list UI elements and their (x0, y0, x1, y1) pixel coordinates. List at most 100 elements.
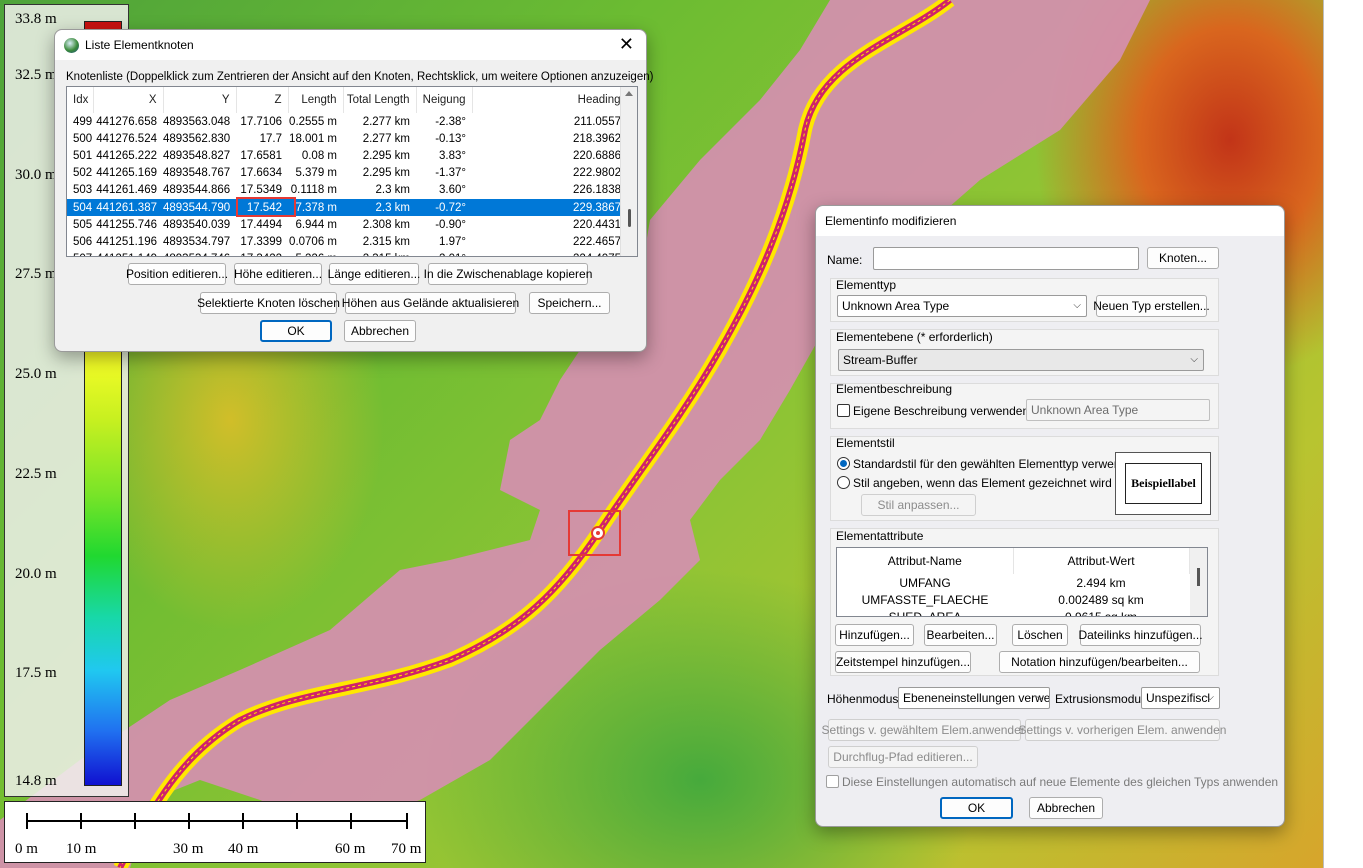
table-cell: 2.01° (416, 251, 472, 256)
delete-attribute-button[interactable]: Löschen (1012, 624, 1068, 646)
notation-button[interactable]: Notation hinzufügen/bearbeiten... (999, 651, 1200, 673)
table-row[interactable]: 506 441251.196 4893534.797 17.3399 0.0706 m 2… (67, 233, 627, 250)
table-cell: 17.3399 (240, 235, 282, 248)
window-right-margin (1323, 0, 1363, 868)
attribute-table[interactable]: Attribut-Name Attribut-Wert UMFANG 2.494… (836, 547, 1208, 617)
table-cell: 2.315 km (362, 235, 410, 248)
scroll-thumb[interactable] (1197, 568, 1200, 586)
table-cell: 224.4075 (472, 251, 627, 256)
table-cell: 500 (73, 132, 93, 145)
table-row[interactable]: UMFASSTE_FLAECHE 0.002489 sq km (837, 591, 1189, 608)
column-header[interactable]: Length (288, 87, 344, 113)
table-cell: 502 (73, 167, 93, 180)
table-row[interactable]: 502 441265.169 4893548.767 17.6634 5.379 m 2.… (67, 165, 627, 182)
attribute-value: 2.494 km (1076, 575, 1126, 590)
custom-description-input[interactable]: Unknown Area Type (1026, 399, 1210, 421)
ok-button[interactable]: OK (940, 797, 1013, 819)
node-dialog-titlebar[interactable]: Liste Elementknoten ✕ (55, 30, 646, 60)
node-list-table[interactable]: Idx X Y Z Length Total Length Neigung He… (66, 86, 638, 257)
column-header[interactable]: Z (236, 87, 289, 113)
height-mode-label: Höhenmodus: (827, 692, 902, 706)
table-cell: 17.7 (259, 132, 282, 145)
scroll-up-arrow[interactable] (625, 91, 633, 96)
table-row[interactable]: 504 441261.387 4893544.790 17.542 7.378 m 2.3… (67, 198, 627, 217)
extrusion-mode-select[interactable]: Unspezifiscl ⌵ (1141, 687, 1220, 709)
cancel-button[interactable]: Abbrechen (1029, 797, 1103, 819)
column-header[interactable]: Neigung (416, 87, 473, 113)
table-cell: 7.378 m (288, 198, 343, 217)
legend-label: 33.8 m (15, 11, 57, 27)
copy-clipboard-button[interactable]: In die Zwischenablage kopieren (424, 263, 592, 285)
add-attribute-button[interactable]: Hinzufügen... (835, 624, 914, 646)
table-cell: 441276.658 (96, 115, 157, 128)
element-dialog-titlebar[interactable]: Elementinfo modifizieren (816, 206, 1284, 236)
update-heights-button[interactable]: Höhen aus Gelände aktualisieren (342, 292, 519, 314)
add-timestamp-button[interactable]: Zeitstempel hinzufügen... (835, 651, 971, 673)
default-style-radio[interactable] (837, 457, 850, 470)
z-cell-highlight (236, 197, 296, 217)
table-cell: 501 (73, 149, 93, 162)
table-row[interactable]: SHED_AREA 0.9615 sq km (837, 608, 1189, 617)
edit-flyover-path-button[interactable]: Durchflug-Pfad editieren... (828, 746, 978, 768)
scroll-thumb[interactable] (628, 209, 631, 227)
edit-length-button[interactable]: Länge editieren... (328, 263, 420, 285)
table-row[interactable]: 499 441276.658 4893563.048 17.7106 0.2555 m 2… (67, 113, 627, 130)
auto-apply-checkbox[interactable] (826, 775, 839, 788)
add-file-links-button[interactable]: Dateilinks hinzufügen... (1078, 624, 1203, 646)
table-row[interactable]: 503 441261.469 4893544.866 17.5349 0.1118 m2… (67, 182, 627, 199)
radio-dot (840, 460, 847, 467)
cancel-button[interactable]: Abbrechen (344, 320, 416, 342)
element-type-select[interactable]: Unknown Area Type ⌵ (837, 295, 1087, 317)
close-icon[interactable]: ✕ (619, 35, 634, 53)
custom-style-radio[interactable] (837, 476, 850, 489)
node-table-scrollbar[interactable] (620, 87, 637, 256)
element-layer-select[interactable]: Stream-Buffer ⌵ (838, 349, 1204, 371)
legend-label: 22.5 m (15, 466, 57, 482)
chevron-down-icon: ⌵ (1190, 354, 1198, 365)
element-layer-group-title: Elementebene (* erforderlich) (836, 330, 993, 344)
edit-position-button[interactable]: Position editieren... (126, 263, 228, 285)
edit-height-button[interactable]: Höhe editieren... (234, 263, 322, 285)
table-row[interactable]: 501 441265.222 4893548.827 17.6581 0.08 m 2.2… (67, 147, 627, 164)
save-button[interactable]: Speichern... (529, 292, 610, 314)
apply-previous-settings-button[interactable]: Settings v. vorherigen Elem. anwenden (1019, 719, 1226, 741)
new-type-button[interactable]: Neuen Typ erstellen... (1093, 295, 1210, 317)
ok-button[interactable]: OK (260, 320, 332, 342)
sample-label-preview: Beispiellabel (1115, 452, 1211, 515)
table-cell: 441261.469 (96, 184, 157, 197)
name-input[interactable] (873, 247, 1139, 270)
chevron-down-icon: ⌵ (1206, 692, 1214, 703)
table-cell: 2.295 km (362, 167, 410, 180)
column-header[interactable]: Attribut-Wert (1013, 548, 1190, 574)
column-header[interactable]: Y (163, 87, 237, 113)
table-cell: 4893540.039 (163, 218, 231, 231)
apply-selected-settings-button[interactable]: Settings v. gewähltem Elem.anwenden (822, 719, 1027, 741)
table-cell: 4893548.767 (163, 167, 231, 180)
column-header[interactable]: Total Length (343, 87, 417, 113)
table-row[interactable]: 500 441276.524 4893562.830 17.7 18.001 m 2.27… (67, 130, 627, 147)
table-cell: 441265.222 (96, 149, 157, 162)
element-type-group-title: Elementtyp (836, 278, 897, 292)
edit-attribute-button[interactable]: Bearbeiten... (924, 624, 997, 646)
scale-label: 60 m (335, 841, 366, 857)
element-attributes-group-title: Elementattribute (836, 529, 924, 543)
nodes-button[interactable]: Knoten... (1147, 247, 1219, 269)
node-list-description: Knotenliste (Doppelklick zum Zentrieren … (66, 71, 654, 83)
table-cell: 4893544.790 (163, 198, 236, 217)
legend-label: 25.0 m (15, 366, 57, 382)
table-cell: 441255.746 (96, 218, 157, 231)
table-cell: 441251.149 (93, 251, 163, 256)
attribute-table-scrollbar[interactable] (1190, 548, 1207, 616)
table-row[interactable]: UMFANG 2.494 km (837, 574, 1189, 591)
column-header[interactable]: Idx (67, 87, 94, 113)
column-header[interactable]: X (93, 87, 164, 113)
height-mode-select[interactable]: Ebeneneinstellungen verwe ⌵ (898, 687, 1050, 709)
table-cell: 4893548.827 (163, 149, 231, 162)
table-row[interactable]: 505 441255.746 4893540.039 17.4494 6.944 m 2.… (67, 216, 627, 233)
table-row[interactable]: 507441251.1494893534.74617.34225.226 m2.… (67, 251, 627, 256)
column-header[interactable]: Attribut-Name (837, 548, 1014, 574)
column-header[interactable]: Heading (472, 87, 628, 113)
customize-style-button[interactable]: Stil anpassen... (861, 494, 976, 516)
custom-description-checkbox[interactable] (837, 404, 850, 417)
delete-selected-nodes-button[interactable]: Selektierte Knoten löschen (197, 292, 340, 314)
